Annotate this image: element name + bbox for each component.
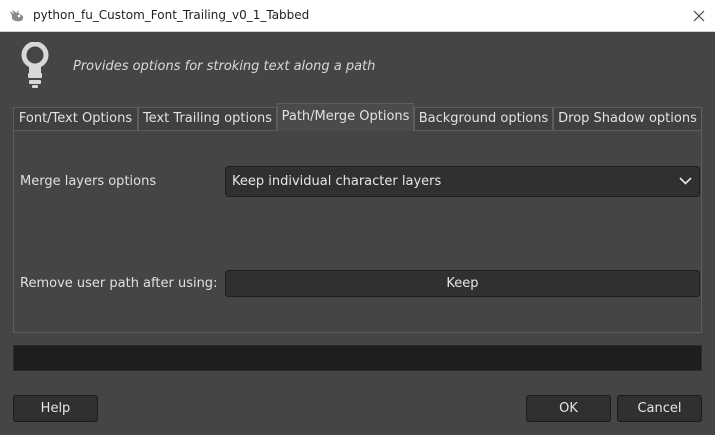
chevron-down-icon (679, 177, 692, 185)
tab-background-options[interactable]: Background options (414, 107, 553, 130)
title-bar: python_fu_Custom_Font_Trailing_v0_1_Tabb… (0, 0, 715, 32)
tab-panel (13, 130, 702, 333)
help-button[interactable]: Help (13, 395, 98, 422)
merge-layers-dropdown[interactable]: Keep individual character layers (225, 166, 700, 197)
close-icon[interactable] (689, 6, 709, 26)
remove-path-toggle-button[interactable]: Keep (225, 270, 700, 297)
merge-layers-value: Keep individual character layers (232, 174, 442, 189)
tab-drop-shadow-options[interactable]: Drop Shadow options (553, 107, 702, 130)
gimp-wilber-icon (10, 10, 24, 22)
cancel-button[interactable]: Cancel (617, 395, 702, 422)
window-title: python_fu_Custom_Font_Trailing_v0_1_Tabb… (33, 8, 310, 22)
remove-path-label: Remove user path after using: (20, 276, 218, 291)
tab-path-merge-options[interactable]: Path/Merge Options (277, 103, 414, 131)
tab-font-text-options[interactable]: Font/Text Options (13, 107, 138, 130)
dialog-description: Provides options for stroking text along… (73, 59, 376, 74)
lightbulb-icon (21, 42, 49, 88)
ok-button[interactable]: OK (526, 395, 611, 422)
merge-layers-label: Merge layers options (20, 174, 157, 189)
tab-text-trailing-options[interactable]: Text Trailing options (138, 107, 277, 130)
progress-bar (13, 345, 702, 371)
